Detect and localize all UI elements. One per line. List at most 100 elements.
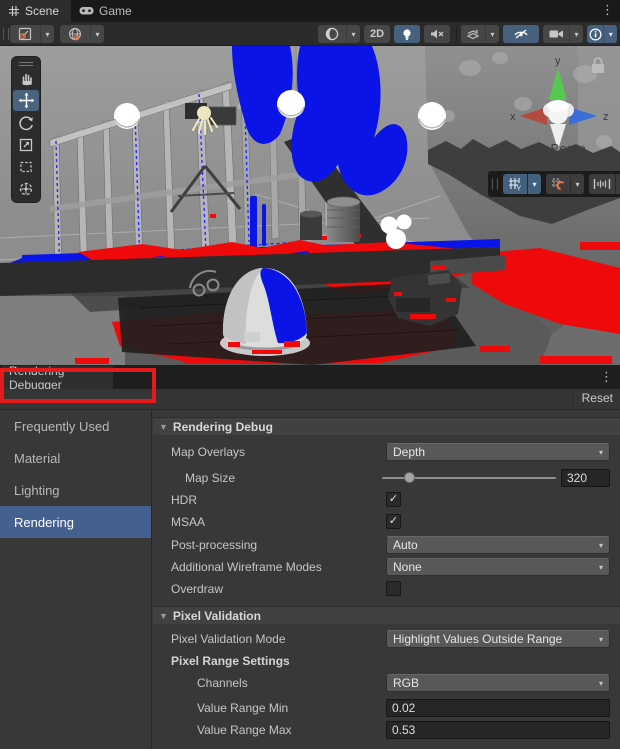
effects-icon — [466, 28, 480, 41]
toolbar-drag-handle[interactable] — [3, 28, 9, 40]
wireframe-modes-label: Additional Wireframe Modes — [171, 557, 322, 577]
overdraw-label: Overdraw — [171, 579, 223, 599]
tab-game-label: Game — [99, 4, 132, 18]
channels-dropdown[interactable]: RGB ▾ — [386, 674, 610, 692]
draw-mode-dropdown[interactable]: ▾ — [318, 25, 360, 43]
chevron-down-icon: ▾ — [485, 25, 499, 43]
overlay-drag-handle[interactable] — [492, 178, 498, 190]
debugger-tab[interactable]: Rendering Debugger — [1, 366, 113, 389]
transform-icon — [18, 181, 34, 197]
rect-tool-icon — [18, 159, 34, 175]
overdraw-checkbox[interactable] — [386, 581, 401, 596]
audio-muted-icon — [430, 28, 444, 40]
pivot-orientation-dropdown[interactable]: ▾ — [60, 25, 104, 43]
toolbar-separator — [572, 389, 573, 409]
tab-scene[interactable]: Scene — [0, 0, 71, 22]
gizmos-info-icon — [589, 28, 602, 41]
map-size-label: Map Size — [185, 468, 235, 488]
scene-viewport[interactable]: y x z ≺ Persp Y ▾ ▾ — [0, 46, 620, 365]
sidebar-item-lighting[interactable]: Lighting — [0, 474, 151, 506]
view-tool-button[interactable] — [13, 68, 39, 89]
section-pixel-validation[interactable]: ▼ Pixel Validation — [153, 606, 620, 624]
chevron-down-icon: ▾ — [569, 25, 583, 43]
globe-icon — [68, 27, 82, 41]
map-size-field[interactable]: 320 — [561, 469, 610, 487]
lighting-toggle-button[interactable] — [394, 25, 420, 43]
row-hdr: HDR ✓ — [153, 490, 620, 510]
grid-snap-dropdown[interactable]: ▾ — [546, 174, 584, 194]
value-range-min-value: 0.02 — [392, 701, 415, 715]
unity-editor: { "icons": { "dropdown_arrow": "▾", "keb… — [0, 0, 620, 749]
chevron-down-icon: ▾ — [40, 25, 54, 43]
2d-toggle-button[interactable]: 2D — [364, 25, 390, 43]
sidebar-item-material[interactable]: Material — [0, 442, 151, 474]
transform-tool-button[interactable] — [13, 178, 39, 199]
lock-icon[interactable] — [592, 58, 604, 73]
overlay-grip[interactable] — [19, 62, 33, 63]
tab-game[interactable]: Game — [71, 0, 144, 22]
tab-bar-menu-icon[interactable]: ⋮ — [601, 2, 614, 18]
reset-button[interactable]: Reset — [582, 391, 613, 405]
debugger-toolbar: Reset — [0, 389, 620, 410]
row-map-overlays: Map Overlays Depth ▾ — [153, 442, 620, 462]
value-range-max-value: 0.53 — [392, 723, 415, 737]
axis-x-cone — [520, 107, 547, 125]
debugger-header-bar: Rendering Debugger ⋮ — [0, 365, 620, 389]
rotate-tool-button[interactable] — [13, 112, 39, 133]
gizmos-dropdown[interactable]: ▾ — [587, 25, 617, 43]
increment-ruler-icon — [593, 178, 611, 190]
chevron-down-icon: ▾ — [599, 448, 603, 457]
chevron-down-icon: ▾ — [527, 174, 541, 194]
axis-y-label: y — [555, 55, 561, 67]
scale-tool-button[interactable] — [13, 134, 39, 155]
debugger-menu-icon[interactable]: ⋮ — [600, 369, 613, 385]
scene-visibility-button[interactable] — [503, 25, 539, 43]
pixel-validation-mode-dropdown[interactable]: Highlight Values Outside Range ▾ — [386, 630, 610, 648]
rotate-icon — [18, 115, 34, 131]
value-range-min-field[interactable]: 0.02 — [386, 699, 610, 717]
snap-increment-dropdown[interactable]: ▾ — [589, 174, 620, 194]
sidebar-item-rendering[interactable]: Rendering — [0, 506, 151, 538]
axis-y-cone — [549, 68, 567, 100]
overlay-grip[interactable] — [19, 65, 33, 66]
row-wireframe-modes: Additional Wireframe Modes None ▾ — [153, 557, 620, 577]
grid-snap-overlay: Y ▾ ▾ ▾ — [488, 171, 620, 197]
sidebar-item-frequently-used[interactable]: Frequently Used — [0, 410, 151, 442]
row-msaa: MSAA ✓ — [153, 512, 620, 532]
snap-magnet-icon — [551, 177, 565, 191]
channels-label: Channels — [197, 673, 248, 693]
rect-tool-button[interactable] — [13, 156, 39, 177]
scale-icon — [18, 137, 34, 153]
gamepad-icon — [79, 6, 94, 16]
post-processing-dropdown[interactable]: Auto ▾ — [386, 536, 610, 554]
grid-visibility-dropdown[interactable]: Y ▾ — [503, 174, 541, 194]
debugger-sidebar: Frequently Used Material Lighting Render… — [0, 410, 152, 749]
row-value-range-max: Value Range Max 0.53 — [153, 720, 620, 740]
wireframe-modes-dropdown[interactable]: None ▾ — [386, 558, 610, 576]
section-rendering-debug[interactable]: ▼ Rendering Debug — [153, 417, 620, 435]
effects-dropdown[interactable]: ▾ — [461, 25, 499, 43]
pixel-range-settings-label: Pixel Range Settings — [171, 651, 290, 671]
section-title: Pixel Validation — [173, 609, 261, 623]
tool-settings-dropdown[interactable]: ▾ — [10, 25, 54, 43]
projection-toggle[interactable]: ≺ Persp — [535, 141, 586, 157]
map-overlays-label: Map Overlays — [171, 442, 245, 462]
map-size-slider-handle[interactable] — [404, 472, 415, 483]
tools-overlay — [11, 56, 41, 203]
row-channels: Channels RGB ▾ — [153, 673, 620, 693]
value-range-max-field[interactable]: 0.53 — [386, 721, 610, 739]
section-title: Rendering Debug — [173, 420, 273, 434]
hdr-label: HDR — [171, 490, 197, 510]
chevron-down-icon: ▾ — [599, 563, 603, 572]
camera-icon — [549, 29, 564, 39]
chevron-down-icon: ▾ — [346, 25, 360, 43]
map-overlays-dropdown[interactable]: Depth ▾ — [386, 443, 610, 461]
move-tool-button[interactable] — [13, 90, 39, 111]
audio-toggle-button[interactable] — [424, 25, 450, 43]
hdr-checkbox[interactable]: ✓ — [386, 492, 401, 507]
row-map-size: Map Size 320 — [153, 468, 620, 488]
barrel — [327, 197, 360, 242]
camera-settings-dropdown[interactable]: ▾ — [543, 25, 583, 43]
msaa-checkbox[interactable]: ✓ — [386, 514, 401, 529]
chevron-down-icon: ▾ — [90, 25, 104, 43]
